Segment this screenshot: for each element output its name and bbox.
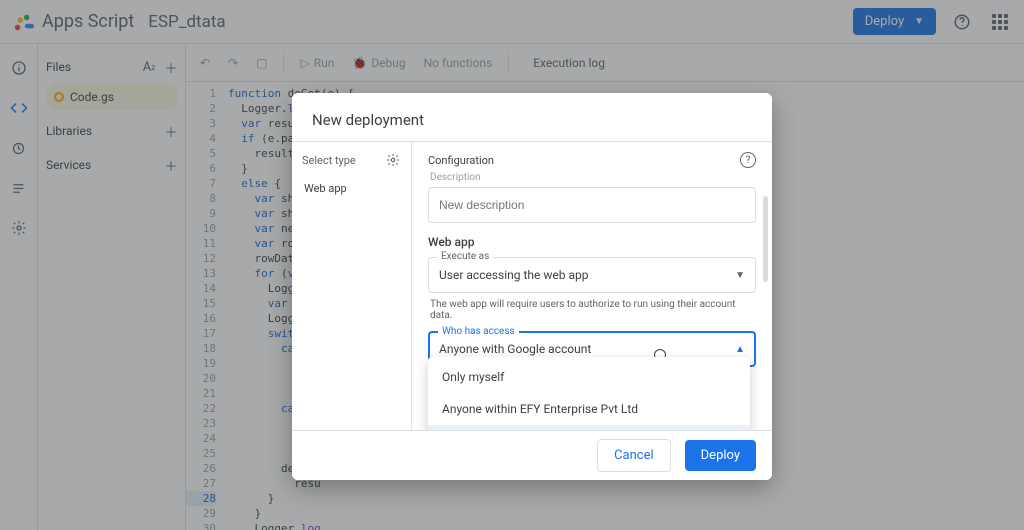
configuration-panel: Configuration ? Description Web app Exec…	[412, 142, 772, 430]
deploy-button[interactable]: Deploy	[685, 440, 756, 471]
cancel-button[interactable]: Cancel	[597, 439, 671, 472]
who-has-access-label: Who has access	[438, 326, 519, 337]
modal-title: New deployment	[292, 93, 772, 142]
access-option[interactable]: Only myself	[428, 361, 750, 393]
help-icon[interactable]: ?	[740, 152, 756, 168]
configuration-label: Configuration	[428, 154, 494, 167]
select-type-label: Select type	[302, 154, 356, 167]
new-deployment-modal: New deployment Select type Web app Confi…	[292, 93, 772, 480]
modal-footer: Cancel Deploy	[292, 430, 772, 480]
web-app-section-label: Web app	[428, 235, 756, 249]
type-web-app[interactable]: Web app	[302, 178, 401, 199]
description-label: Description	[430, 172, 756, 183]
scrollbar-thumb[interactable]	[763, 196, 768, 282]
gear-icon[interactable]	[385, 152, 401, 168]
chevron-up-icon: ▲	[735, 344, 745, 355]
chevron-down-icon: ▼	[735, 270, 745, 281]
access-option-selected[interactable]: Anyone with Google account	[428, 425, 750, 430]
execute-as-label: Execute as	[437, 251, 493, 262]
execute-as-hint: The web app will require users to author…	[430, 299, 754, 321]
access-dropdown: Only myself Anyone within EFY Enterprise…	[428, 357, 750, 430]
deployment-type-panel: Select type Web app	[292, 142, 412, 430]
access-option[interactable]: Anyone within EFY Enterprise Pvt Ltd	[428, 393, 750, 425]
who-has-access-value: Anyone with Google account	[439, 342, 591, 356]
execute-as-value: User accessing the web app	[439, 268, 588, 282]
description-input[interactable]	[428, 187, 756, 223]
execute-as-select[interactable]: Execute as User accessing the web app ▼	[428, 257, 756, 293]
